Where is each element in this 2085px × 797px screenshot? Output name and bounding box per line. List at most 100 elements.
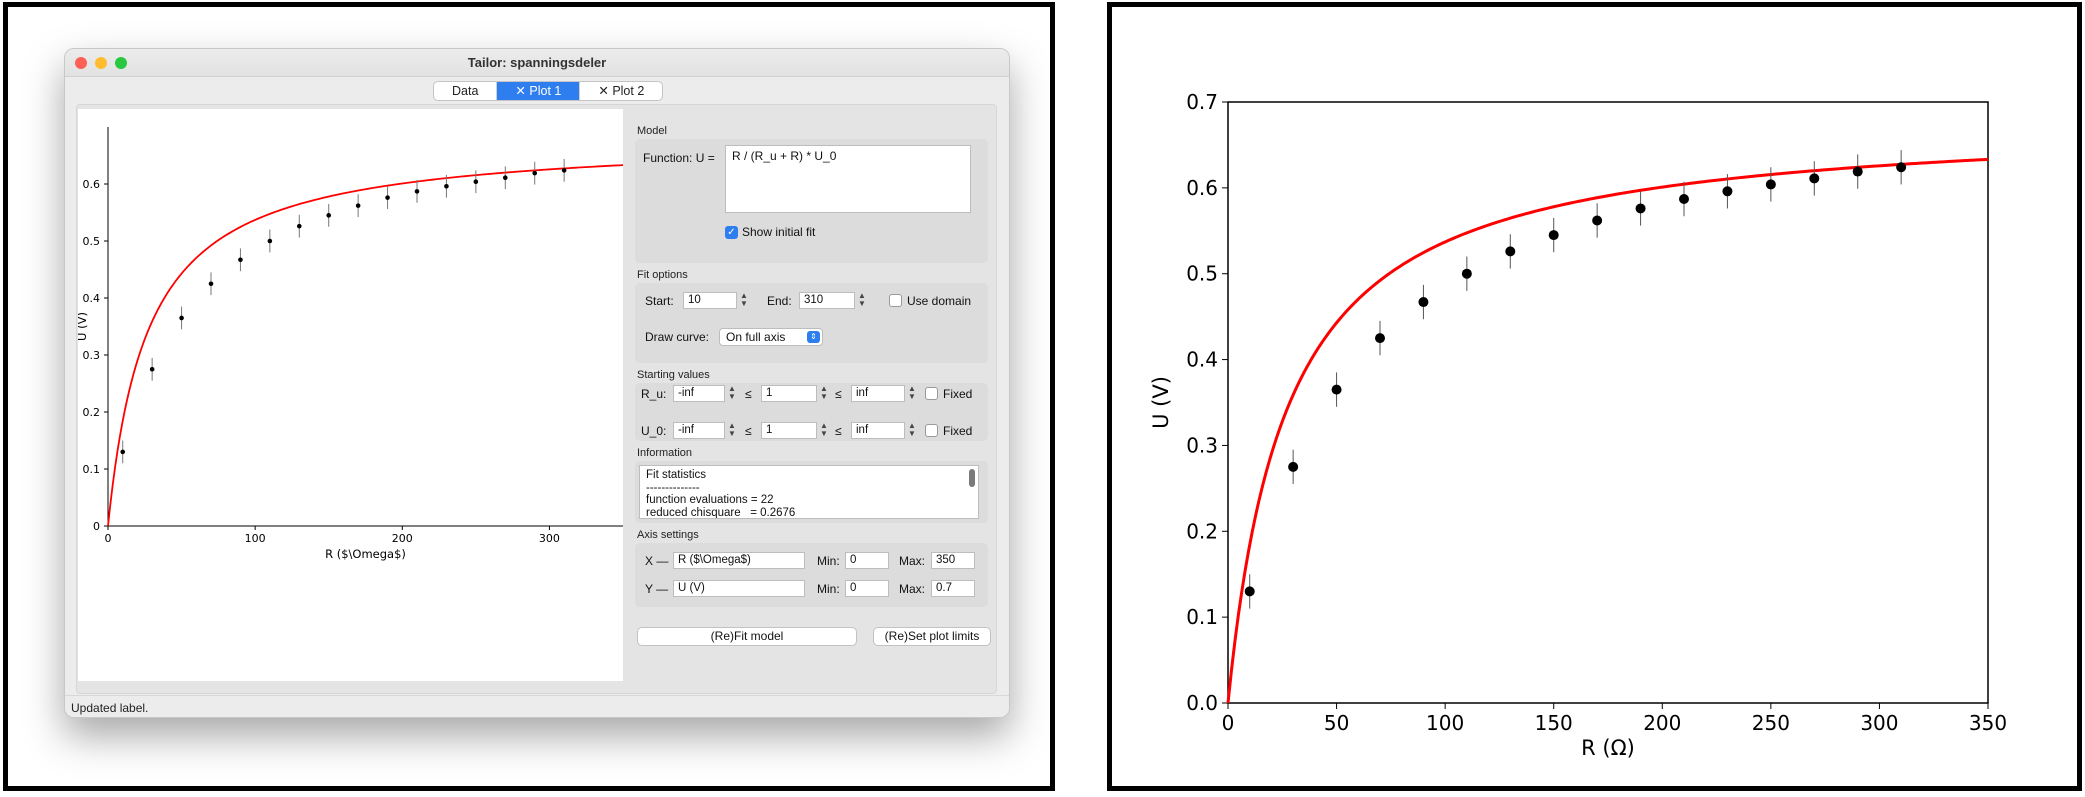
y-tick-label: 0.2 <box>1186 519 1218 543</box>
y-tick-label: 0.2 <box>83 406 101 419</box>
y-tick-label: 0.7 <box>1186 90 1218 114</box>
y-tick-label: 0.1 <box>83 463 101 476</box>
x-label-field[interactable]: R ($\Omega$) <box>673 552 805 569</box>
end-label: End: <box>767 294 792 308</box>
start-stepper[interactable]: ▲ ▼ <box>739 292 749 309</box>
data-point <box>1635 203 1646 214</box>
r-u-value-field[interactable]: 1 <box>761 385 817 402</box>
y-tick-label: 0 <box>93 520 100 533</box>
data-point <box>1722 186 1733 197</box>
data-point <box>208 281 214 287</box>
r-u-fixed-label: Fixed <box>943 387 973 401</box>
r-u-max-stepper[interactable]: ▲ ▼ <box>907 385 917 402</box>
u-0-value-stepper[interactable]: ▲ ▼ <box>819 422 829 439</box>
x-max-field[interactable]: 350 <box>931 552 975 569</box>
u-0-max-stepper[interactable]: ▲ ▼ <box>907 422 917 439</box>
data-point <box>1505 246 1516 257</box>
data-point <box>238 257 243 263</box>
x-tick-label: 100 <box>1426 711 1464 735</box>
title-bar: Tailor: spanningsdeler <box>65 49 1009 77</box>
function-input[interactable]: R / (R_u + R) * U_0 <box>725 145 971 213</box>
u-0-max-field[interactable]: inf <box>851 422 905 439</box>
param-r-u-label: R_u: <box>641 387 667 401</box>
x-tick-label: 200 <box>392 532 413 545</box>
y-min-field[interactable]: 0 <box>845 580 889 597</box>
u-0-fixed-label: Fixed <box>943 424 973 438</box>
r-u-min-field[interactable]: -inf <box>673 385 725 402</box>
fit-plot: 0 100 200 300 0 0.1 0.2 0.3 0.4 0.5 0.6 R ($\Omega$… <box>75 127 624 561</box>
end-stepper[interactable]: ▲ ▼ <box>857 292 867 309</box>
tab-data[interactable]: Data <box>434 82 498 100</box>
use-domain-checkbox[interactable] <box>889 294 902 307</box>
u-0-fixed-checkbox[interactable] <box>925 424 938 437</box>
settings-panel: Model Function: U = R / (R_u + R) * U_0 … <box>635 109 991 699</box>
data-point <box>1852 166 1863 177</box>
r-u-fixed-checkbox[interactable] <box>925 387 938 400</box>
app-window: Tailor: spanningsdeler Data ✕ Plot 1 ✕ P… <box>64 48 1010 718</box>
x-axis-label: X — <box>645 554 669 568</box>
minimize-window-button[interactable] <box>95 57 107 69</box>
u-0-value-field[interactable]: 1 <box>761 422 817 439</box>
tab-plot-1[interactable]: ✕ Plot 1 <box>497 82 581 100</box>
r-u-max-field[interactable]: inf <box>851 385 905 402</box>
x-tick-label: 250 <box>1752 711 1790 735</box>
data-point <box>267 238 273 244</box>
y-tick-label: 0.3 <box>1186 433 1218 457</box>
data-point <box>473 179 479 185</box>
refit-model-button[interactable]: (Re)Fit model <box>637 627 857 646</box>
data-point <box>502 175 508 181</box>
set-plot-limits-button[interactable]: (Re)Set plot limits <box>873 627 991 646</box>
y-axis-title: U (V) <box>1149 376 1173 429</box>
x-axis-title: R ($\Omega$) <box>325 547 406 561</box>
y-max-label: Max: <box>899 582 926 596</box>
y-tick-label: 0.0 <box>1186 691 1218 715</box>
end-field[interactable]: 310 <box>799 292 855 309</box>
info-line: function evaluations = 22 <box>646 494 774 506</box>
plot-canvas[interactable]: 0 100 200 300 0 0.1 0.2 0.3 0.4 0.5 0.6 R ($\Omega$… <box>75 109 624 681</box>
x-min-field[interactable]: 0 <box>845 552 889 569</box>
start-field[interactable]: 10 <box>683 292 737 309</box>
y-tick-label: 0.1 <box>1186 605 1218 629</box>
param-u-0-label: U_0: <box>641 424 667 438</box>
draw-curve-value: On full axis <box>726 330 786 344</box>
close-tab-icon[interactable]: ✕ <box>515 84 525 98</box>
tab-plot-2[interactable]: ✕ Plot 2 <box>580 82 662 100</box>
data-point <box>296 223 302 229</box>
data-point <box>1244 586 1255 597</box>
close-window-button[interactable] <box>75 57 87 69</box>
status-bar: Updated label. <box>65 695 1009 717</box>
exported-plot: 0 50 100 150 200 250 300 350 0.0 0.1 0.2 0.3 0.4 0.5 0… <box>1149 90 2007 760</box>
app-screenshot-frame: Tailor: spanningsdeler Data ✕ Plot 1 ✕ P… <box>3 2 1055 791</box>
close-tab-icon[interactable]: ✕ <box>598 84 608 98</box>
scrollbar-thumb[interactable] <box>969 469 975 487</box>
y-max-field[interactable]: 0.7 <box>931 580 975 597</box>
fit-options-section-title: Fit options <box>637 269 688 281</box>
y-tick-label: 0.6 <box>83 178 101 191</box>
fit-curve <box>1226 157 1989 704</box>
data-point <box>561 168 567 173</box>
starting-values-box: R_u: -inf ▲ ▼ ≤ 1 ▲ ▼ ≤ inf ▲ ▼ Fixed U_0: … <box>635 383 988 441</box>
u-0-min-stepper[interactable]: ▲ ▼ <box>727 422 737 439</box>
data-point <box>385 195 390 200</box>
fit-statistics-output[interactable]: Fit statistics -------------- function e… <box>639 465 979 519</box>
y-label-field[interactable]: U (V) <box>673 580 805 597</box>
exported-figure-frame: 0 50 100 150 200 250 300 350 0.0 0.1 0.2 0.3 0.4 0.5 0… <box>1107 2 2082 791</box>
info-line: -------------- <box>646 481 700 494</box>
le-symbol: ≤ <box>745 424 752 438</box>
r-u-value-stepper[interactable]: ▲ ▼ <box>819 385 829 402</box>
info-line: Fit statistics <box>646 469 707 481</box>
zoom-window-button[interactable] <box>115 57 127 69</box>
tab-plot-1-label: Plot 1 <box>529 84 562 98</box>
draw-curve-select[interactable]: On full axis ⇕ <box>719 328 823 346</box>
model-box: Function: U = R / (R_u + R) * U_0 ✓ Show… <box>635 139 988 263</box>
u-0-min-field[interactable]: -inf <box>673 422 725 439</box>
x-tick-label: 200 <box>1643 711 1681 735</box>
y-tick-label: 0.3 <box>83 349 101 362</box>
data-point <box>149 366 155 372</box>
start-label: Start: <box>645 294 674 308</box>
y-axis-label: Y — <box>645 582 669 596</box>
show-initial-fit-checkbox[interactable]: ✓ <box>725 226 738 239</box>
tab-plot-2-label: Plot 2 <box>612 84 645 98</box>
model-section-title: Model <box>637 125 667 137</box>
r-u-min-stepper[interactable]: ▲ ▼ <box>727 385 737 402</box>
